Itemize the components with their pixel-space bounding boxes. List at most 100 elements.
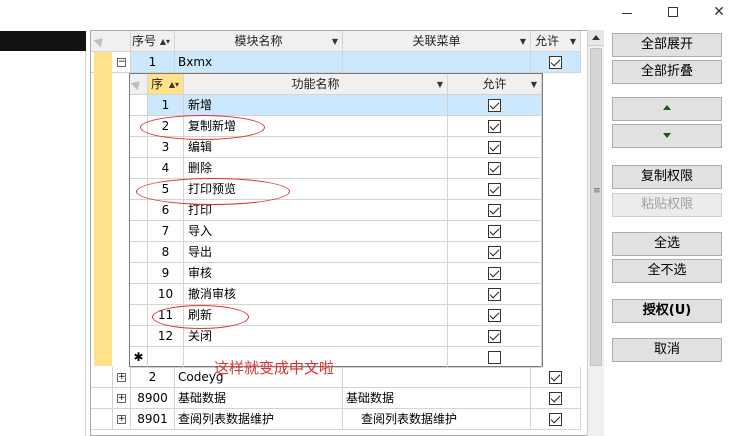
allow-checkbox[interactable]: [488, 204, 501, 217]
detail-row-function-name[interactable]: 打印预览: [184, 179, 448, 200]
row-related-menu[interactable]: 基础数据: [343, 388, 531, 409]
detail-row-allow-cell[interactable]: [448, 137, 542, 158]
detail-row-seq[interactable]: 6: [148, 200, 184, 221]
header-module-name[interactable]: 模块名称 ▼: [175, 31, 343, 52]
expand-all-button[interactable]: 全部展开: [612, 33, 722, 57]
detail-row-function-name[interactable]: 导出: [184, 242, 448, 263]
detail-row-seq[interactable]: 10: [148, 284, 184, 305]
row-allow-cell[interactable]: [531, 409, 581, 430]
close-button[interactable]: ✕: [696, 0, 742, 24]
detail-row-allow-cell[interactable]: [448, 116, 542, 137]
row-module-name[interactable]: 查阅列表数据维护: [175, 409, 343, 430]
allow-checkbox[interactable]: [549, 371, 562, 384]
allow-checkbox[interactable]: [488, 141, 501, 154]
detail-row-seq[interactable]: 8: [148, 242, 184, 263]
filter-dropdown-icon[interactable]: ▼: [520, 31, 526, 51]
select-all-button[interactable]: 全选: [612, 232, 722, 256]
filter-dropdown-icon[interactable]: ▼: [437, 74, 443, 94]
detail-row-function-name[interactable]: 删除: [184, 158, 448, 179]
allow-checkbox[interactable]: [549, 56, 562, 69]
new-row-seq[interactable]: [148, 347, 184, 368]
scroll-up-button[interactable]: [588, 30, 604, 46]
scroll-thumb[interactable]: [590, 48, 602, 366]
allow-checkbox[interactable]: [488, 351, 501, 364]
allow-checkbox[interactable]: [488, 267, 501, 280]
expand-icon[interactable]: +: [117, 373, 126, 382]
row-seq[interactable]: 1: [131, 52, 175, 73]
allow-checkbox[interactable]: [488, 225, 501, 238]
detail-row-seq[interactable]: 7: [148, 221, 184, 242]
collapse-all-button[interactable]: 全部折叠: [612, 60, 722, 84]
row-expander[interactable]: +: [113, 388, 131, 409]
allow-checkbox[interactable]: [488, 309, 501, 322]
filter-dropdown-icon[interactable]: ▼: [531, 74, 537, 94]
detail-row-allow-cell[interactable]: [448, 95, 542, 116]
row-module-name[interactable]: 基础数据: [175, 388, 343, 409]
detail-row-allow-cell[interactable]: [448, 305, 542, 326]
allow-checkbox[interactable]: [488, 246, 501, 259]
authorize-button[interactable]: 授权(U): [612, 299, 722, 323]
row-expander[interactable]: −: [113, 52, 131, 73]
move-up-button[interactable]: [612, 97, 722, 121]
detail-row-seq[interactable]: 3: [148, 137, 184, 158]
detail-row-allow-cell[interactable]: [448, 242, 542, 263]
collapse-icon[interactable]: −: [117, 58, 126, 67]
row-allow-cell[interactable]: [531, 52, 581, 73]
detail-row-function-name[interactable]: 审核: [184, 263, 448, 284]
move-down-button[interactable]: [612, 124, 722, 148]
expand-icon[interactable]: +: [117, 394, 126, 403]
allow-checkbox[interactable]: [488, 288, 501, 301]
detail-row-allow-cell[interactable]: [448, 326, 542, 347]
minimize-button[interactable]: [604, 0, 650, 24]
detail-row-seq[interactable]: 1: [148, 95, 184, 116]
detail-row-allow-cell[interactable]: [448, 158, 542, 179]
expand-icon[interactable]: +: [117, 415, 126, 424]
paste-permission-button[interactable]: 粘贴权限: [612, 193, 722, 217]
row-expander[interactable]: +: [113, 409, 131, 430]
filter-dropdown-icon[interactable]: ▼: [332, 31, 338, 51]
allow-checkbox[interactable]: [488, 120, 501, 133]
allow-checkbox[interactable]: [488, 183, 501, 196]
detail-row-allow-cell[interactable]: [448, 263, 542, 284]
detail-row-allow-cell[interactable]: [448, 179, 542, 200]
detail-row-seq[interactable]: 12: [148, 326, 184, 347]
detail-row-function-name[interactable]: 打印: [184, 200, 448, 221]
detail-row-seq[interactable]: 11: [148, 305, 184, 326]
allow-checkbox[interactable]: [488, 99, 501, 112]
allow-checkbox[interactable]: [488, 330, 501, 343]
detail-row-function-name[interactable]: 新增: [184, 95, 448, 116]
row-related-menu[interactable]: 查阅列表数据维护: [343, 409, 531, 430]
row-seq[interactable]: 8900: [131, 388, 175, 409]
detail-row-function-name[interactable]: 复制新增: [184, 116, 448, 137]
function-detail-grid[interactable]: 序 ▲▾ 功能名称 ▼ 允许 ▼ 1 新增 2 复制新增 3 编辑 4 删除 5 打印预览 6 打印 7…: [129, 73, 543, 368]
detail-header-allow[interactable]: 允许 ▼: [448, 74, 542, 95]
header-allow[interactable]: 允许 ▼: [531, 31, 581, 52]
detail-row-seq[interactable]: 9: [148, 263, 184, 284]
row-seq[interactable]: 8901: [131, 409, 175, 430]
filter-dropdown-icon[interactable]: ▼: [570, 31, 576, 51]
copy-permission-button[interactable]: 复制权限: [612, 165, 722, 189]
row-related-menu[interactable]: [343, 52, 531, 73]
allow-checkbox[interactable]: [549, 413, 562, 426]
detail-row-allow-cell[interactable]: [448, 284, 542, 305]
row-allow-cell[interactable]: [531, 388, 581, 409]
detail-row-allow-cell[interactable]: [448, 221, 542, 242]
detail-row-seq[interactable]: 5: [148, 179, 184, 200]
detail-row-function-name[interactable]: 关闭: [184, 326, 448, 347]
cancel-button[interactable]: 取消: [612, 338, 722, 362]
row-expander[interactable]: +: [113, 367, 131, 388]
maximize-button[interactable]: [650, 0, 696, 24]
detail-row-function-name[interactable]: 撤消审核: [184, 284, 448, 305]
new-row-allow-cell[interactable]: [448, 347, 542, 368]
detail-header-seq[interactable]: 序 ▲▾: [148, 74, 184, 95]
header-related-menu[interactable]: 关联菜单 ▼: [343, 31, 531, 52]
row-related-menu[interactable]: [343, 367, 531, 388]
row-module-name[interactable]: Bxmx: [175, 52, 343, 73]
row-seq[interactable]: 2: [131, 367, 175, 388]
detail-row-seq[interactable]: 2: [148, 116, 184, 137]
header-seq[interactable]: 序号 ▲▾: [131, 31, 175, 52]
row-allow-cell[interactable]: [531, 367, 581, 388]
detail-header-function-name[interactable]: 功能名称 ▼: [184, 74, 448, 95]
detail-row-function-name[interactable]: 刷新: [184, 305, 448, 326]
detail-row-allow-cell[interactable]: [448, 200, 542, 221]
